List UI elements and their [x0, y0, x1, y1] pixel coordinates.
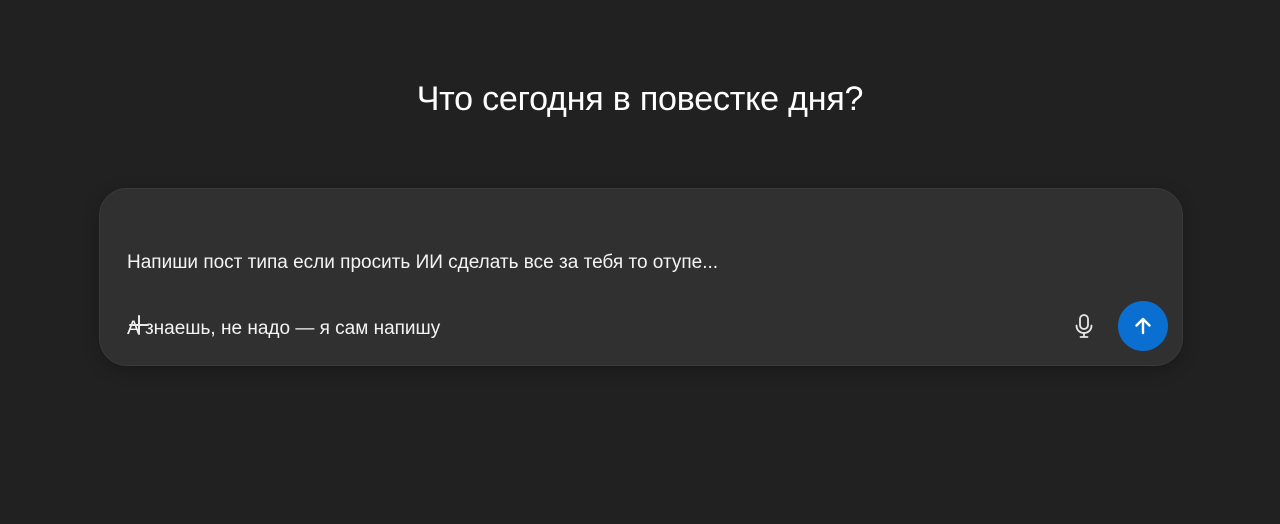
prompt-input[interactable]: Напиши пост типа если просить ИИ сделать…: [127, 213, 1107, 378]
voice-input-button[interactable]: [1066, 308, 1102, 344]
page-title: Что сегодня в повестке дня?: [416, 80, 864, 118]
chat-page: Что сегодня в повестке дня? Напиши пост …: [0, 0, 1280, 524]
add-attachment-button[interactable]: [122, 308, 156, 342]
arrow-up-icon: [1135, 317, 1151, 335]
send-button[interactable]: [1118, 301, 1168, 351]
microphone-icon: [1075, 314, 1093, 338]
plus-icon: [129, 315, 149, 335]
prompt-composer[interactable]: Напиши пост типа если просить ИИ сделать…: [99, 188, 1183, 366]
prompt-line: А знаешь, не надо — я сам напишу: [127, 318, 441, 339]
prompt-line: Напиши пост типа если просить ИИ сделать…: [127, 252, 719, 273]
